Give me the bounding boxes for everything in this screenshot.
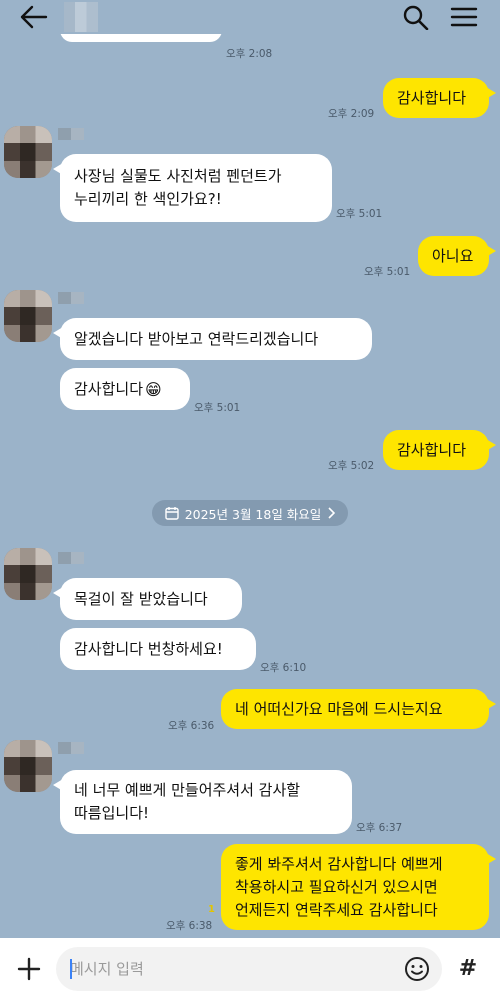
message-time: 오후 6:37	[356, 822, 403, 834]
message-input[interactable]	[70, 957, 390, 981]
arrow-left-icon[interactable]	[18, 4, 48, 30]
sender-avatar[interactable]	[4, 126, 52, 178]
message-bubble-incoming[interactable]: 알겠습니다 받아보고 연락드리겠습니다	[53, 318, 372, 360]
date-divider[interactable]: 2025년 3월 18일 화요일	[152, 500, 348, 526]
chat-area[interactable]: 오후 2:08 오후 2:09 감사합니다 사장님 실물도 사진처럼 펜던트가 …	[0, 34, 500, 938]
message-text: 감사합니다	[397, 440, 467, 459]
message-bubble-incoming[interactable]: 네 너무 예쁘게 만들어주셔서 감사할 따름입니다!	[53, 770, 352, 834]
sender-avatar[interactable]	[4, 740, 52, 792]
message-text: 감사합니다 번창하세요!	[74, 639, 223, 658]
message-time: 오후 5:01	[364, 266, 411, 278]
message-bubble-outgoing[interactable]: 감사합니다	[383, 430, 496, 470]
message-time: 오후 5:01	[194, 402, 241, 414]
message-time: 오후 6:10	[260, 662, 307, 674]
message-text: 목걸이 잘 받았습니다	[74, 589, 208, 608]
message-text-line: 좋게 봐주셔서 감사합니다 예쁘게	[235, 854, 443, 873]
sender-name-blurred	[58, 742, 84, 754]
message-time: 오후 2:09	[328, 108, 375, 120]
chat-header	[0, 0, 500, 34]
message-text-line: 따름입니다!	[74, 804, 150, 822]
search-icon[interactable]	[402, 4, 430, 30]
calendar-icon	[165, 507, 179, 520]
message-bubble-incoming[interactable]: 감사합니다 😁	[60, 368, 190, 410]
message-bubble-incoming[interactable]: 사장님 실물도 사진처럼 펜던트가 누리끼리 한 색인가요?!	[53, 154, 332, 222]
message-time: 오후 2:08	[226, 48, 273, 60]
smiley-icon[interactable]	[404, 956, 430, 982]
message-bubble-outgoing[interactable]: 네 어떠신가요 마음에 드시는지요	[221, 689, 496, 729]
message-time: 오후 6:36	[168, 720, 215, 732]
plus-icon[interactable]	[14, 954, 44, 984]
sender-avatar[interactable]	[4, 548, 52, 600]
hamburger-menu-icon[interactable]	[450, 6, 478, 28]
sender-name-blurred	[58, 292, 84, 304]
message-text-line: 사장님 실물도 사진처럼 펜던트가	[74, 167, 282, 185]
chat-title-blurred	[64, 2, 98, 32]
sender-avatar[interactable]	[4, 290, 52, 342]
date-divider-text: 2025년 3월 18일 화요일	[184, 506, 322, 522]
message-text: 감사합니다	[397, 88, 467, 107]
message-bubble-outgoing[interactable]: 감사합니다	[383, 78, 496, 118]
text-cursor	[70, 959, 72, 979]
message-text-line: 착용하시고 필요하신거 있으시면	[235, 877, 438, 896]
message-text-line: 네 너무 예쁘게 만들어주셔서 감사할	[74, 781, 301, 799]
message-bubble-outgoing[interactable]: 아니요	[418, 236, 496, 276]
grinning-emoji-icon: 😁	[145, 379, 162, 399]
message-text-line: 누리끼리 한 색인가요?!	[74, 190, 222, 208]
message-text: 알겠습니다 받아보고 연락드리겠습니다	[74, 329, 319, 348]
sender-name-blurred	[58, 128, 84, 140]
hashtag-button[interactable]: #	[452, 953, 484, 985]
message-bubble-incoming[interactable]: 목걸이 잘 받았습니다	[53, 578, 242, 620]
message-field-container[interactable]	[56, 947, 442, 991]
message-text: 네 어떠신가요 마음에 드시는지요	[235, 699, 443, 718]
message-input-bar: #	[0, 938, 500, 1000]
message-text: 아니요	[432, 246, 474, 265]
message-text-line: 언제든지 연락주세요 감사합니다	[235, 900, 438, 919]
unread-count: 1	[208, 904, 215, 915]
message-time: 오후 5:02	[328, 460, 375, 472]
message-bubble-outgoing[interactable]: 좋게 봐주셔서 감사합니다 예쁘게 착용하시고 필요하신거 있으시면 언제든지 …	[221, 844, 496, 930]
message-bubble-incoming[interactable]	[60, 34, 222, 42]
sender-name-blurred	[58, 552, 84, 564]
message-time: 오후 5:01	[336, 208, 383, 220]
chevron-right-icon	[328, 507, 336, 519]
message-time: 오후 6:38	[166, 920, 213, 932]
message-text: 감사합니다	[74, 379, 144, 398]
message-bubble-incoming[interactable]: 감사합니다 번창하세요!	[60, 628, 256, 670]
